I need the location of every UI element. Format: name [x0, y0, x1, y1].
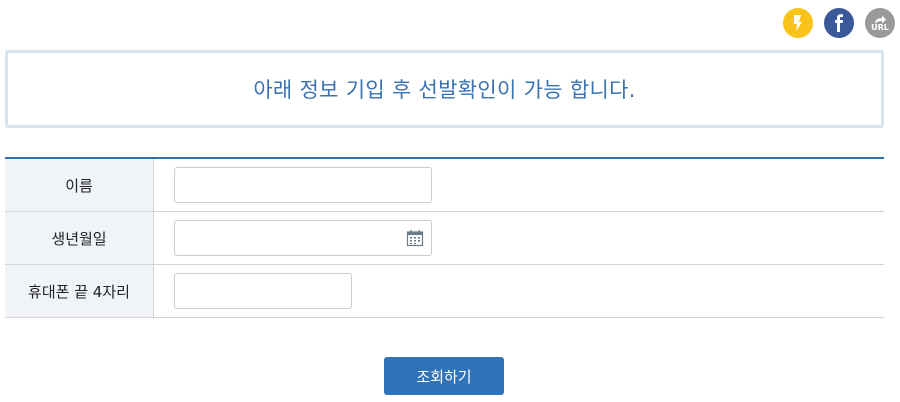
phone-last4-input[interactable] — [174, 273, 352, 309]
name-input[interactable] — [174, 167, 432, 203]
form-row-birthdate: 생년월일 — [5, 211, 884, 265]
birthdate-label: 생년월일 — [5, 211, 154, 265]
form-row-name: 이름 — [5, 158, 884, 212]
kakaostory-share-button[interactable] — [783, 8, 813, 38]
notice-box: 아래 정보 기입 후 선발확인이 가능 합니다. — [5, 50, 884, 128]
name-label: 이름 — [5, 158, 154, 212]
lookup-form-table: 이름 생년월일 휴대폰 끝 4자리 — [5, 157, 884, 318]
lookup-button[interactable]: 조회하기 — [384, 357, 504, 395]
facebook-share-button[interactable] — [824, 8, 854, 38]
url-label: URL — [871, 22, 889, 32]
form-row-phone: 휴대폰 끝 4자리 — [5, 264, 884, 318]
birthdate-field — [174, 220, 432, 256]
notice-text: 아래 정보 기입 후 선발확인이 가능 합니다. — [253, 78, 636, 102]
calendar-icon[interactable] — [406, 229, 424, 247]
birthdate-input[interactable] — [174, 220, 432, 256]
url-share-button[interactable]: URL — [865, 8, 895, 38]
facebook-icon — [835, 14, 843, 32]
kakaostory-icon — [794, 15, 802, 31]
phone-last4-label: 휴대폰 끝 4자리 — [5, 264, 154, 318]
share-bar: URL — [783, 8, 895, 38]
